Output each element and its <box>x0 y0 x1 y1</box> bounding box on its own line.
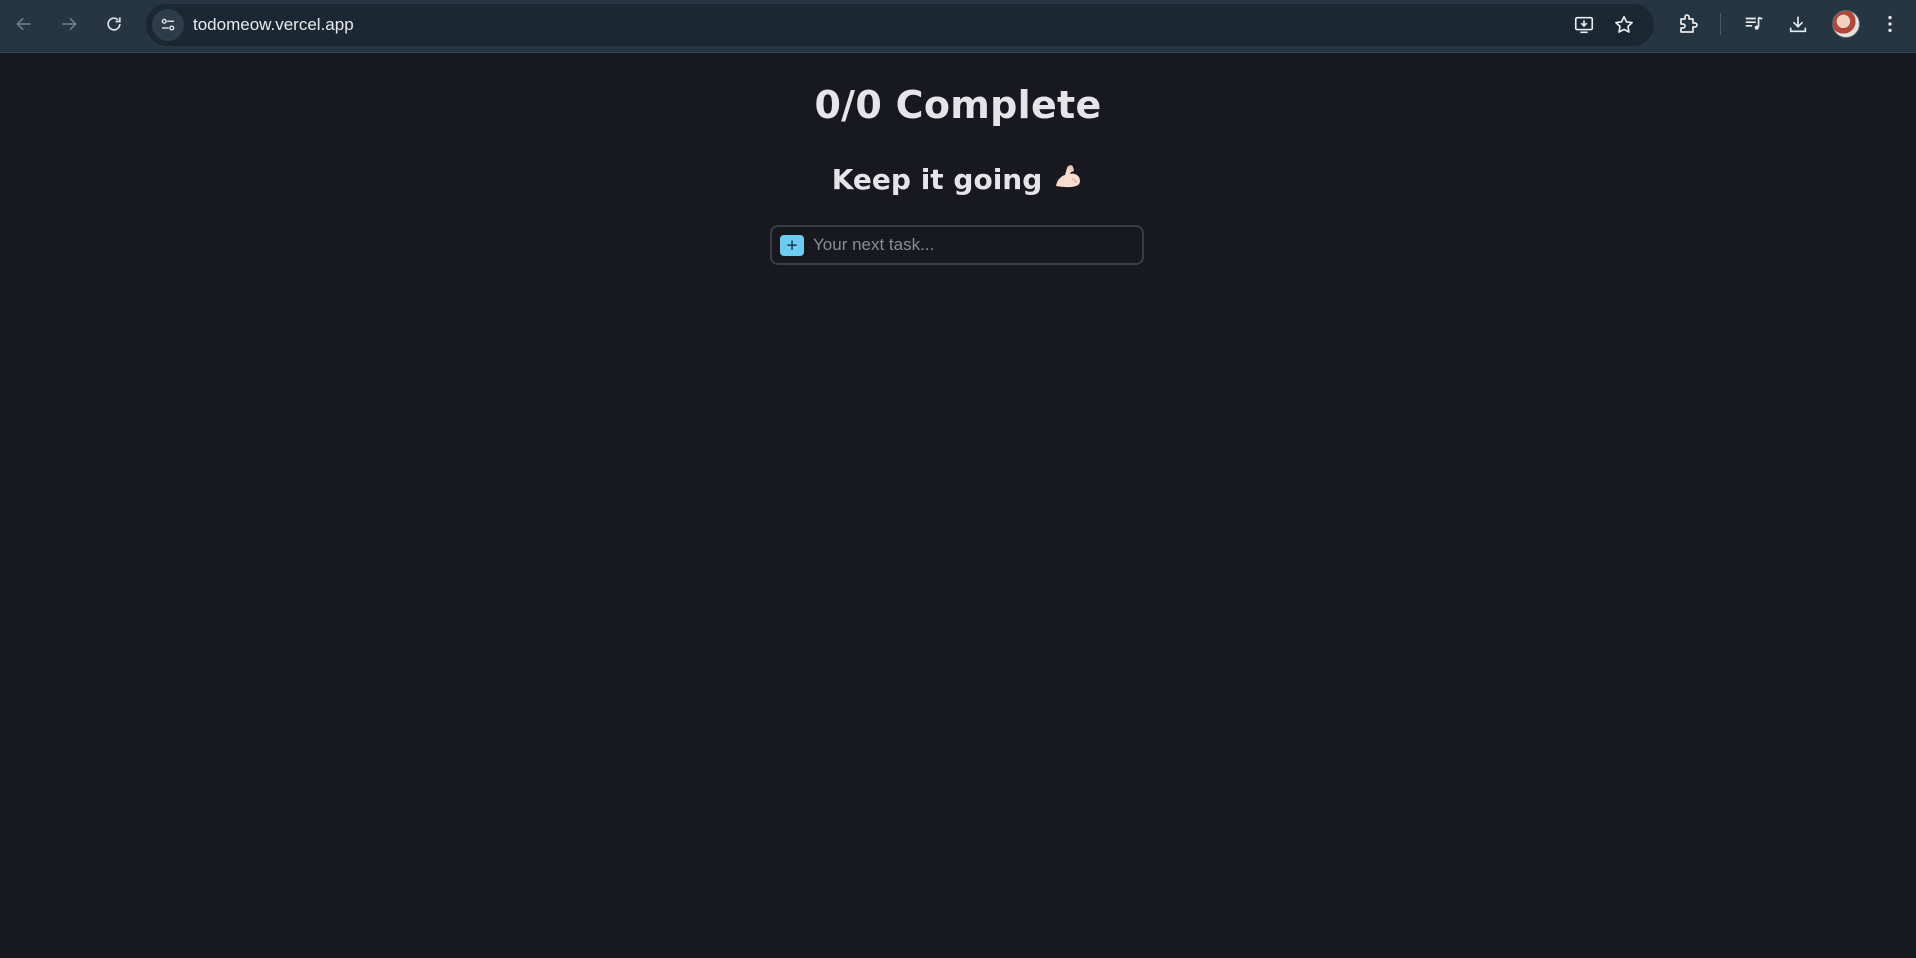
add-task-button[interactable]: + <box>780 235 804 256</box>
toolbar-divider <box>1720 13 1721 35</box>
browser-toolbar: todomeow.vercel.app <box>0 0 1916 53</box>
arrow-right-icon <box>62 17 77 31</box>
new-task-input[interactable] <box>813 229 1133 261</box>
download-icon <box>1789 16 1807 33</box>
kebab-menu-icon <box>1888 15 1892 33</box>
extensions-button[interactable] <box>1675 11 1701 37</box>
tune-icon <box>161 18 175 31</box>
address-bar[interactable]: todomeow.vercel.app <box>146 4 1654 46</box>
install-app-icon <box>1574 16 1594 34</box>
arrow-left-icon <box>16 17 31 31</box>
forward-button[interactable] <box>53 8 85 40</box>
subtitle-text: Keep it going <box>831 163 1043 196</box>
back-button[interactable] <box>8 8 40 40</box>
new-task-form: + <box>770 225 1144 265</box>
url-text[interactable]: todomeow.vercel.app <box>193 4 354 46</box>
install-app-button[interactable] <box>1572 13 1596 37</box>
reload-icon <box>107 17 121 31</box>
flexed-biceps-icon <box>1052 161 1084 200</box>
progress-heading: 0/0 Complete <box>814 83 1102 127</box>
bookmark-button[interactable] <box>1612 13 1636 37</box>
puzzle-icon <box>1680 14 1698 33</box>
avatar[interactable] <box>1832 10 1860 38</box>
motivation-subtitle: Keep it going <box>0 161 1916 200</box>
downloads-button[interactable] <box>1785 11 1811 37</box>
star-icon <box>1615 15 1633 33</box>
media-playlist-icon <box>1745 16 1763 30</box>
reload-button[interactable] <box>98 8 130 40</box>
media-controls-button[interactable] <box>1741 11 1767 37</box>
site-info-button[interactable] <box>152 9 184 41</box>
browser-menu-button[interactable] <box>1877 11 1903 37</box>
